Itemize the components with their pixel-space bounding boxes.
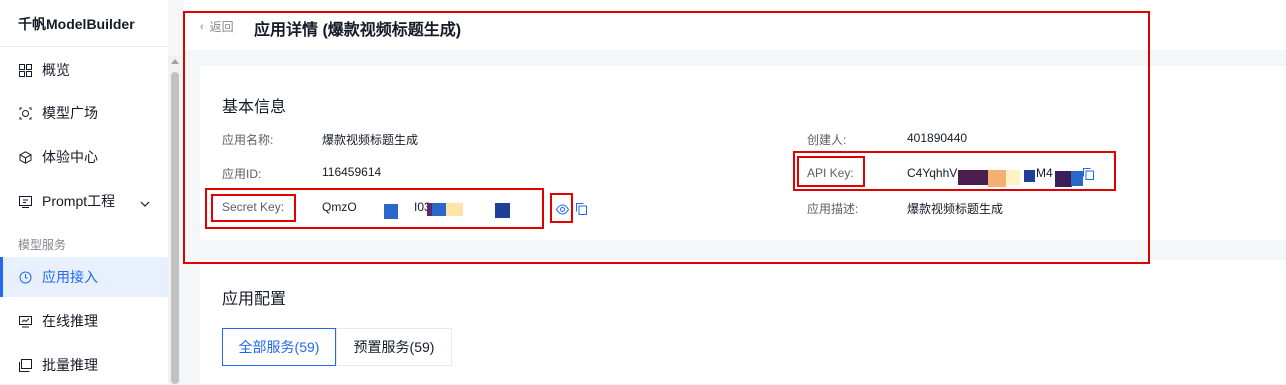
sidebar-item-label: 应用接入 [42,269,98,285]
sidebar-item-prompt[interactable]: Prompt工程 [0,181,168,221]
scrollbar-thumb[interactable] [171,72,179,384]
scroll-up-arrow-icon[interactable] [171,59,179,64]
sidebar-section-label: 模型服务 [18,238,67,252]
highlight-box-eye-icon [550,193,573,223]
tab-preset-services[interactable]: 预置服务(59) [336,328,452,366]
sidebar-item-batch-inference[interactable]: 批量推理 [0,345,168,385]
sidebar-item-experience[interactable]: 体验中心 [0,137,168,177]
sidebar-item-overview[interactable]: 概览 [0,50,168,90]
prompt-icon [18,194,32,208]
monitor-icon [18,314,32,328]
sidebar-item-model-square[interactable]: 模型广场 [0,93,168,133]
grid-icon [18,63,32,77]
highlight-box-secret-key-label [211,194,296,222]
sidebar-item-app-access[interactable]: 应用接入 [0,257,168,297]
sidebar-item-label: 概览 [42,62,70,78]
highlight-box-api-key-label [797,156,865,187]
chevron-down-icon [140,194,150,210]
sidebar-item-label: 批量推理 [42,357,98,373]
app-access-icon [18,270,32,284]
sidebar-item-label: Prompt工程 [42,193,116,209]
app-config-title: 应用配置 [222,291,287,308]
sidebar-item-online-inference[interactable]: 在线推理 [0,301,168,341]
sidebar-item-label: 体验中心 [42,149,98,165]
batch-icon [18,358,32,372]
sidebar-title: 千帆ModelBuilder [18,16,135,32]
tab-all-services[interactable]: 全部服务(59) [222,328,336,366]
sidebar: 千帆ModelBuilder 概览 模型广场 体验中心 Prompt工程 模型服… [0,0,168,384]
sidebar-item-label: 在线推理 [42,313,98,329]
sidebar-divider [0,46,168,47]
model-square-icon [18,106,32,120]
cube-icon [18,150,32,164]
sidebar-item-label: 模型广场 [42,105,98,121]
